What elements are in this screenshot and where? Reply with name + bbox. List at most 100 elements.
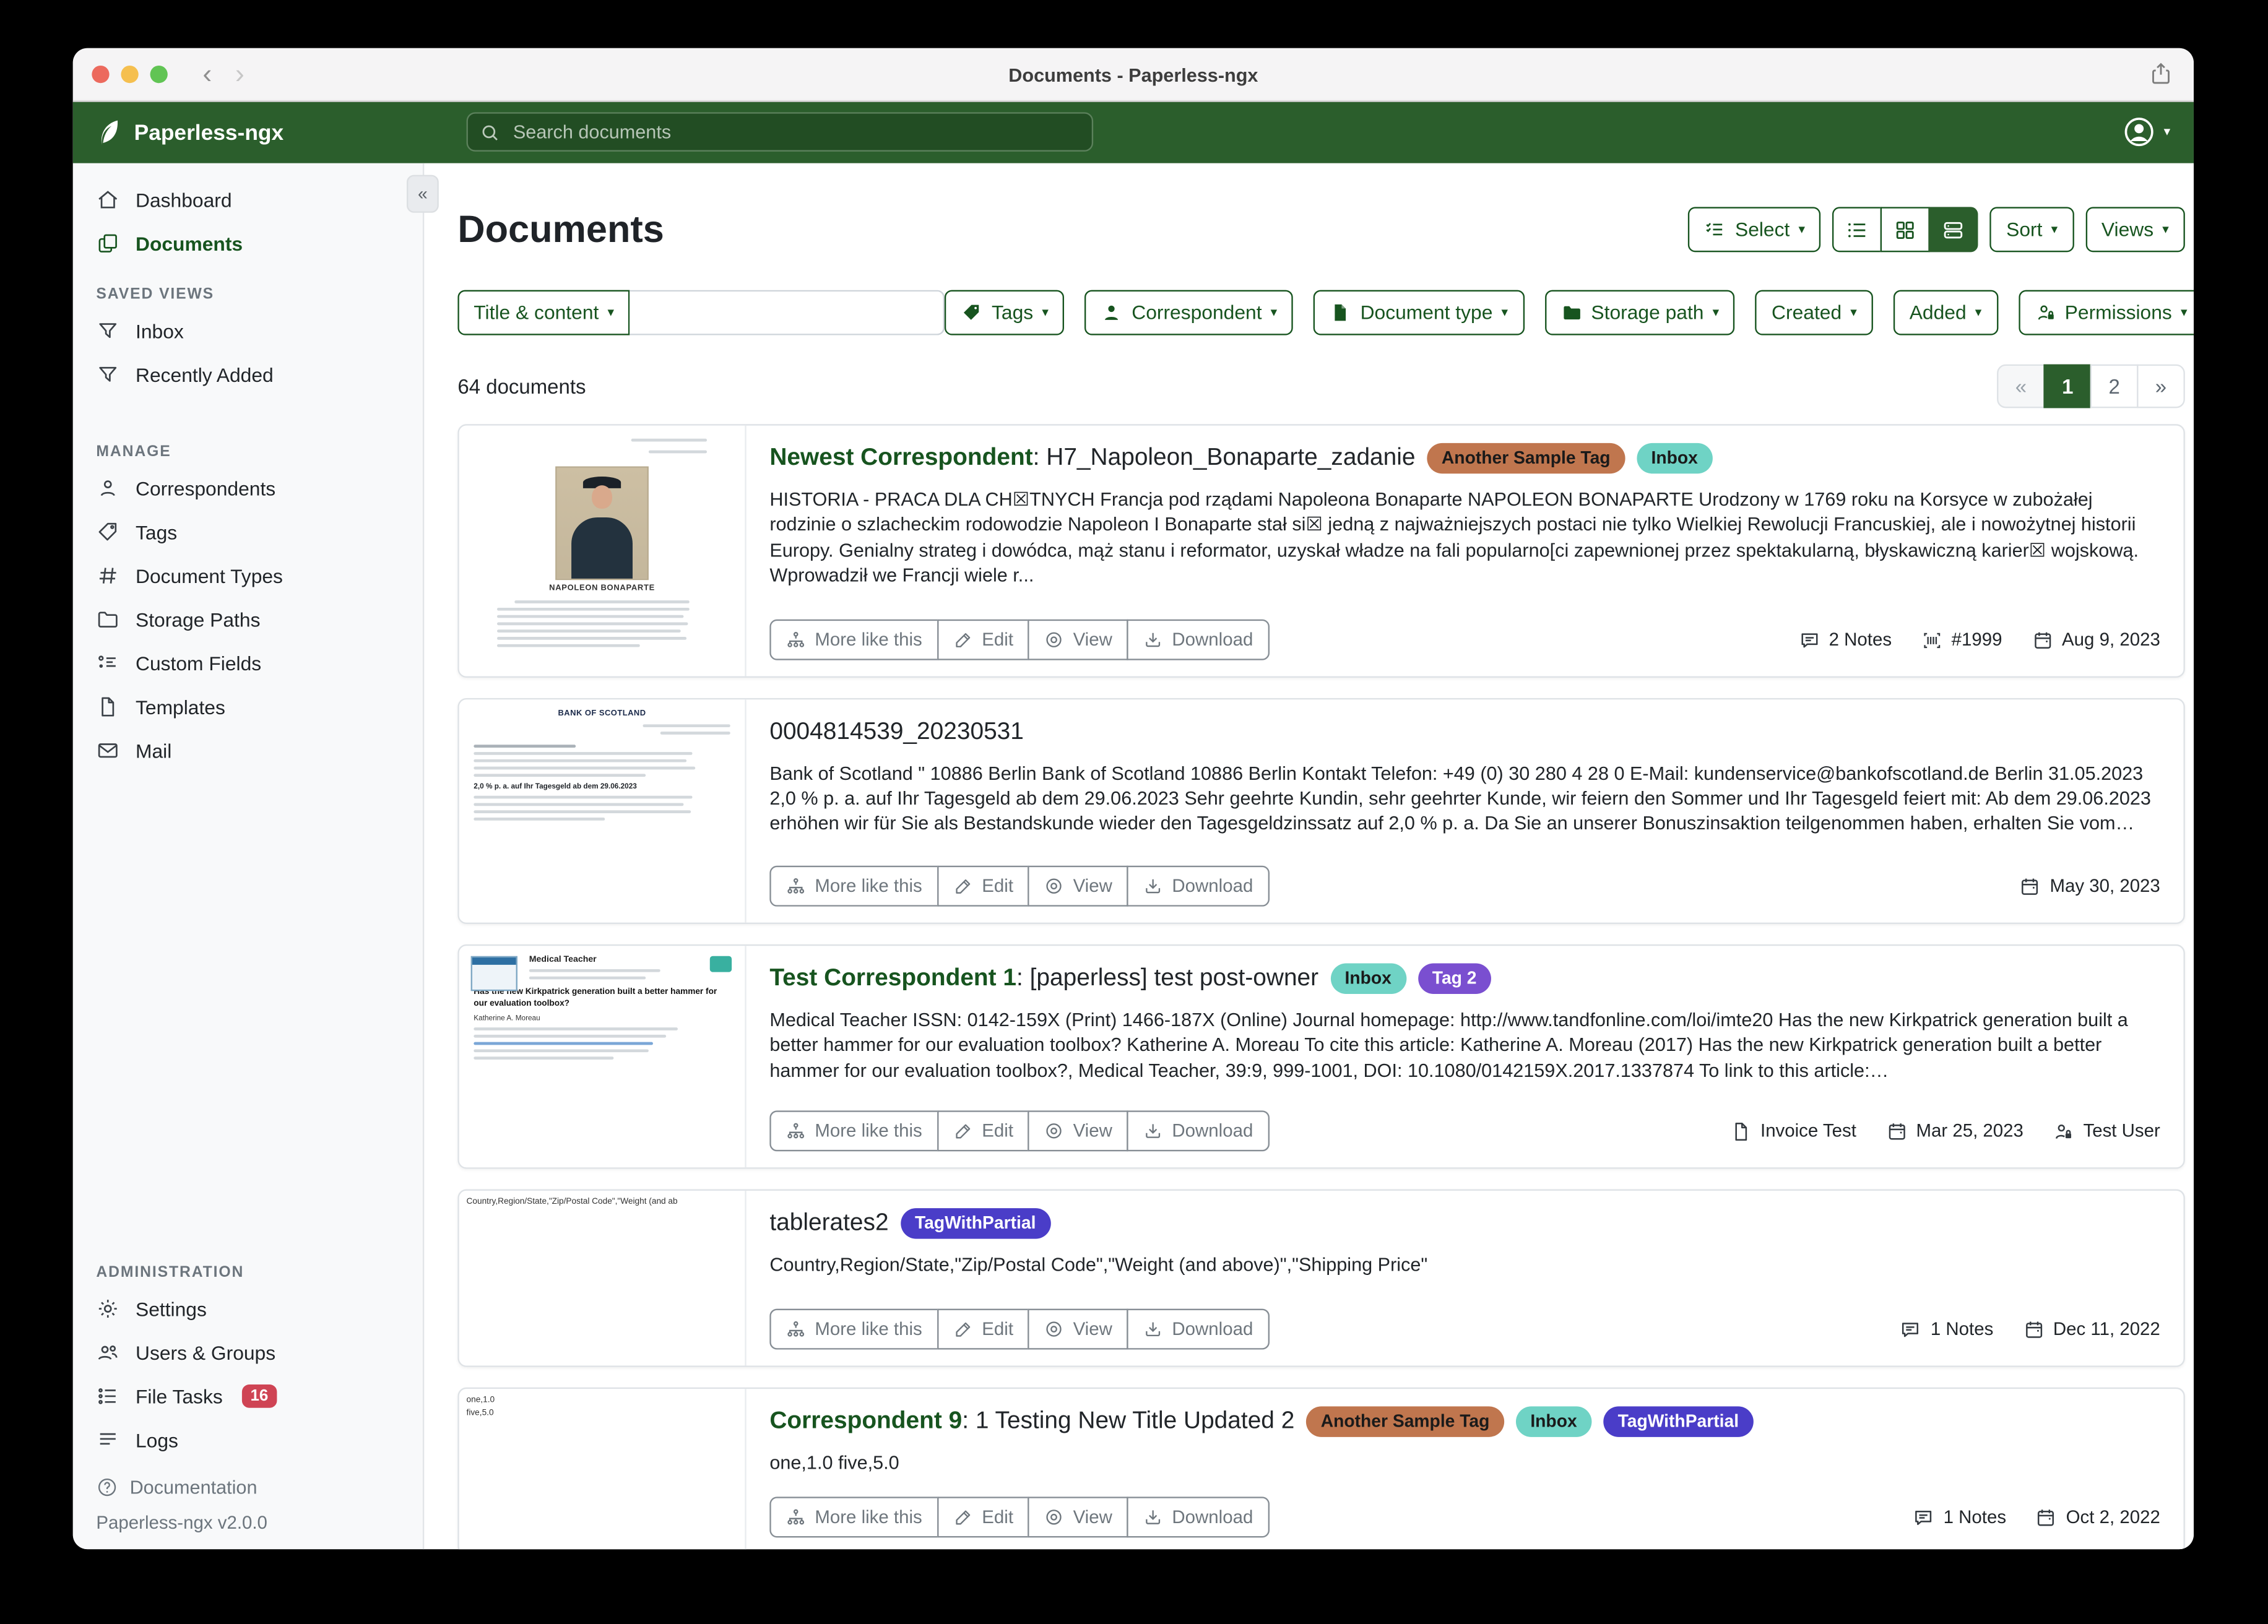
notes-indicator[interactable]: 2 Notes — [1798, 629, 1892, 650]
view-button[interactable]: View — [1028, 1309, 1128, 1350]
edit-button[interactable]: Edit — [937, 866, 1029, 907]
sidebar-item-templates[interactable]: Templates — [73, 685, 423, 729]
sidebar-item-label: Recently Added — [136, 364, 274, 386]
document-title[interactable]: Test Correspondent 1: [paperless] test p… — [769, 964, 2160, 994]
grid-view-icon — [1894, 218, 1918, 241]
tags-filter-button[interactable]: Tags ▾ — [945, 290, 1065, 335]
document-thumbnail[interactable]: Country,Region/State,"Zip/Postal Code","… — [459, 1191, 747, 1366]
edit-button[interactable]: Edit — [937, 1497, 1029, 1537]
sidebar-item-custom-fields[interactable]: Custom Fields — [73, 641, 423, 685]
download-button[interactable]: Download — [1127, 620, 1269, 660]
document-thumbnail[interactable]: one,1.0five,5.0 — [459, 1389, 747, 1549]
document-card: NAPOLEON BONAPARTE — [457, 424, 2184, 678]
document-card: BANK OF SCOTLAND 2,0 % p. a. auf Ihr Tag… — [457, 698, 2184, 924]
more-like-this-button[interactable]: More like this — [769, 620, 938, 660]
document-thumbnail[interactable]: BANK OF SCOTLAND 2,0 % p. a. auf Ihr Tag… — [459, 699, 747, 922]
sidebar-item-correspondents[interactable]: Correspondents — [73, 467, 423, 511]
sidebar-item-inbox[interactable]: Inbox — [73, 309, 423, 353]
document-title[interactable]: tablerates2 TagWithPartial — [769, 1208, 2160, 1238]
sidebar-item-documents[interactable]: Documents — [73, 222, 423, 266]
document-type-indicator[interactable]: Invoice Test — [1730, 1120, 1856, 1142]
person-icon — [96, 477, 119, 500]
sidebar-item-dashboard[interactable]: Dashboard — [73, 178, 423, 222]
pagination-page-1[interactable]: 1 — [2043, 365, 2092, 408]
more-like-this-button[interactable]: More like this — [769, 866, 938, 907]
select-button[interactable]: Select ▾ — [1689, 207, 1821, 252]
owner-indicator: Test User — [2053, 1120, 2160, 1142]
view-mode-table-button[interactable] — [1833, 207, 1882, 252]
document-title[interactable]: 0004814539_20230531 — [769, 717, 2160, 748]
download-button[interactable]: Download — [1127, 1497, 1269, 1537]
barcode-icon — [1921, 629, 1942, 650]
sitemap-icon — [786, 1507, 806, 1527]
document-thumbnail[interactable]: Medical Teacher Has the new Kirkpatrick … — [459, 946, 747, 1167]
sidebar-item-document-types[interactable]: Document Types — [73, 554, 423, 598]
correspondent-link[interactable]: Newest Correspondent — [769, 443, 1032, 473]
title-content-filter-input[interactable] — [630, 290, 945, 335]
chevron-down-icon: ▾ — [1850, 306, 1857, 319]
created-filter-button[interactable]: Created ▾ — [1755, 290, 1873, 335]
notes-indicator[interactable]: 1 Notes — [1913, 1506, 2006, 1528]
sidebar-item-logs[interactable]: Logs — [73, 1418, 423, 1462]
document-title[interactable]: Newest Correspondent: H7_Napoleon_Bonapa… — [769, 443, 2160, 473]
view-button[interactable]: View — [1028, 620, 1128, 660]
pagination-next-button[interactable]: » — [2137, 365, 2185, 408]
document-type-filter-button[interactable]: Document type ▾ — [1314, 290, 1524, 335]
view-mode-grid-button[interactable] — [1881, 207, 1931, 252]
tag-pill[interactable]: Inbox — [1330, 964, 1406, 994]
sidebar-item-mail[interactable]: Mail — [73, 728, 423, 772]
sidebar-item-storage-paths[interactable]: Storage Paths — [73, 597, 423, 641]
view-button[interactable]: View — [1028, 866, 1128, 907]
edit-button[interactable]: Edit — [937, 1309, 1029, 1350]
correspondent-link[interactable]: Correspondent 9 — [769, 1407, 962, 1437]
sort-button[interactable]: Sort ▾ — [1990, 207, 2074, 252]
storage-path-filter-button[interactable]: Storage path ▾ — [1544, 290, 1735, 335]
views-button[interactable]: Views ▾ — [2085, 207, 2185, 252]
share-icon[interactable] — [2149, 61, 2173, 86]
correspondent-filter-button[interactable]: Correspondent ▾ — [1085, 290, 1293, 335]
user-menu[interactable]: ▾ — [2123, 115, 2171, 149]
more-like-this-button[interactable]: More like this — [769, 1309, 938, 1350]
tag-pill[interactable]: Another Sample Tag — [1306, 1406, 1504, 1436]
document-thumbnail[interactable]: NAPOLEON BONAPARTE — [459, 426, 747, 676]
permissions-filter-button[interactable]: Permissions ▾ — [2018, 290, 2194, 335]
download-button[interactable]: Download — [1127, 1309, 1269, 1350]
pagination-prev-button[interactable]: « — [1997, 365, 2045, 408]
pagination-page-2[interactable]: 2 — [2090, 365, 2139, 408]
tag-pill[interactable]: Inbox — [1516, 1406, 1591, 1436]
brand-label: Paperless-ngx — [134, 120, 284, 145]
download-button[interactable]: Download — [1127, 866, 1269, 907]
app-navbar: Paperless-ngx ▾ — [73, 102, 2194, 163]
more-like-this-button[interactable]: More like this — [769, 1497, 938, 1537]
view-button[interactable]: View — [1028, 1497, 1128, 1537]
document-title[interactable]: Correspondent 9: 1 Testing New Title Upd… — [769, 1406, 2160, 1436]
edit-button[interactable]: Edit — [937, 620, 1029, 660]
sidebar-item-recently-added[interactable]: Recently Added — [73, 353, 423, 397]
view-button[interactable]: View — [1028, 1110, 1128, 1151]
eye-icon — [1044, 1319, 1064, 1339]
sidebar-item-settings[interactable]: Settings — [73, 1287, 423, 1331]
documentation-link[interactable]: Documentation — [96, 1471, 399, 1504]
tag-pill[interactable]: Inbox — [1637, 443, 1712, 473]
global-search-input[interactable] — [510, 119, 1080, 144]
view-mode-detail-button[interactable] — [1929, 207, 1978, 252]
search-field-selector[interactable]: Title & content ▾ — [457, 290, 630, 335]
tag-pill[interactable]: TagWithPartial — [900, 1208, 1050, 1238]
edit-button[interactable]: Edit — [937, 1110, 1029, 1151]
sidebar-collapse-button[interactable]: « — [407, 175, 439, 213]
tag-pill[interactable]: Another Sample Tag — [1427, 443, 1625, 473]
app-brand[interactable]: Paperless-ngx — [93, 118, 284, 147]
sidebar-item-users-groups[interactable]: Users & Groups — [73, 1331, 423, 1375]
leaf-logo-icon — [93, 118, 123, 147]
correspondent-link[interactable]: Test Correspondent 1 — [769, 964, 1016, 994]
notes-indicator[interactable]: 1 Notes — [1900, 1318, 1993, 1340]
added-filter-button[interactable]: Added ▾ — [1894, 290, 1998, 335]
tag-pill[interactable]: TagWithPartial — [1603, 1406, 1754, 1436]
sidebar-item-file-tasks[interactable]: File Tasks 16 — [73, 1375, 423, 1419]
chevron-down-icon: ▾ — [607, 306, 614, 319]
sidebar-item-label: Documents — [136, 233, 243, 254]
more-like-this-button[interactable]: More like this — [769, 1110, 938, 1151]
sidebar-item-tags[interactable]: Tags — [73, 510, 423, 554]
download-button[interactable]: Download — [1127, 1110, 1269, 1151]
tag-pill[interactable]: Tag 2 — [1418, 964, 1491, 994]
